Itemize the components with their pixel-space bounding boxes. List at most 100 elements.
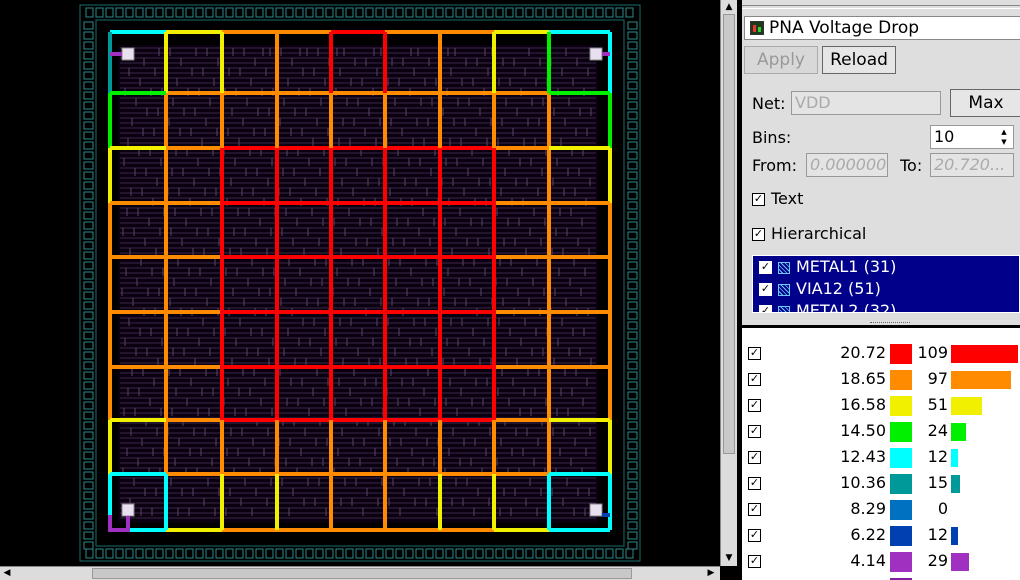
io-pad xyxy=(83,121,94,130)
bins-down-icon[interactable]: ▼ xyxy=(997,137,1011,147)
io-pad xyxy=(83,81,94,90)
io-pad xyxy=(83,321,94,330)
apply-button[interactable]: Apply xyxy=(744,46,818,74)
io-pad xyxy=(335,7,344,18)
net-field[interactable]: VDD xyxy=(791,91,941,115)
from-field[interactable]: 0.000000 xyxy=(806,153,888,177)
legend-row[interactable]: ✓ 6.22 12 xyxy=(742,523,1020,549)
legend-row[interactable]: ✓ 12.43 12 xyxy=(742,445,1020,471)
io-pad xyxy=(505,7,514,18)
io-pad xyxy=(83,91,94,100)
io-pad xyxy=(245,7,254,18)
io-pad xyxy=(145,548,154,559)
layer-label: VIA12 (51) xyxy=(796,279,881,298)
text-checkbox[interactable]: ✓ Text xyxy=(752,189,803,208)
io-pad xyxy=(585,548,594,559)
legend-row[interactable]: ✓ 10.36 15 xyxy=(742,471,1020,497)
legend-check-icon[interactable]: ✓ xyxy=(748,529,761,542)
legend-check-icon[interactable]: ✓ xyxy=(748,477,761,490)
io-pad xyxy=(445,7,454,18)
bins-spinbox[interactable]: 10 ▲ ▼ xyxy=(930,125,1014,149)
io-pad xyxy=(627,171,638,180)
io-pad xyxy=(627,131,638,140)
io-pad xyxy=(165,7,174,18)
max-button[interactable]: Max xyxy=(950,89,1020,117)
legend-row[interactable]: ✓ 8.29 0 xyxy=(742,497,1020,523)
io-pad xyxy=(495,548,504,559)
legend-value: 8.29 xyxy=(850,499,886,518)
horizontal-scroll-thumb[interactable] xyxy=(92,568,632,579)
legend-check-icon[interactable]: ✓ xyxy=(748,451,761,464)
legend-check-icon[interactable]: ✓ xyxy=(748,503,761,516)
scroll-up-arrow-icon[interactable]: ▲ xyxy=(723,1,735,13)
legend-check-icon[interactable]: ✓ xyxy=(748,425,761,438)
layer-list[interactable]: ✓ METAL1 (31) ✓ VIA12 (51) ✓ METAL2 (32) xyxy=(752,255,1020,313)
io-pad xyxy=(627,31,638,40)
legend-check-icon[interactable]: ✓ xyxy=(748,373,761,386)
legend-row[interactable]: ✓ 18.65 97 xyxy=(742,367,1020,393)
io-pad xyxy=(627,501,638,510)
panel-top-divider xyxy=(742,5,1020,9)
io-pad xyxy=(83,131,94,140)
io-pad xyxy=(627,81,638,90)
panel-title-box[interactable]: PNA Voltage Drop xyxy=(744,16,1020,40)
scroll-left-arrow-icon[interactable]: ◀ xyxy=(1,567,13,580)
io-pad xyxy=(425,7,434,18)
layer-row-metal2[interactable]: ✓ METAL2 (32) xyxy=(753,300,1019,312)
power-pad xyxy=(121,47,135,61)
io-pad xyxy=(627,471,638,480)
io-pad xyxy=(215,548,224,559)
layer-row-via12[interactable]: ✓ VIA12 (51) xyxy=(753,278,1019,300)
io-pad xyxy=(545,7,554,18)
vertical-scroll-thumb[interactable] xyxy=(723,14,735,454)
io-pad xyxy=(605,7,614,18)
reload-button[interactable]: Reload xyxy=(822,46,896,74)
io-pad xyxy=(325,7,334,18)
vertical-scrollbar[interactable]: ▲ ▼ xyxy=(720,0,737,566)
io-pad xyxy=(627,401,638,410)
check-icon[interactable]: ✓ xyxy=(759,305,772,312)
legend-color-swatch xyxy=(890,552,912,572)
legend-check-icon[interactable]: ✓ xyxy=(748,555,761,568)
io-pad xyxy=(83,451,94,460)
io-pad xyxy=(535,7,544,18)
horizontal-scrollbar[interactable]: ◀ ▶ xyxy=(0,566,720,580)
hierarchical-checkbox[interactable]: ✓ Hierarchical xyxy=(752,224,866,243)
check-icon[interactable]: ✓ xyxy=(759,261,772,274)
legend-row[interactable]: ✓ 4.14 29 xyxy=(742,549,1020,575)
check-icon[interactable]: ✓ xyxy=(759,283,772,296)
io-pad xyxy=(545,548,554,559)
io-pad xyxy=(165,548,174,559)
layout-canvas[interactable] xyxy=(0,0,720,566)
io-pad xyxy=(365,548,374,559)
io-pad xyxy=(565,7,574,18)
to-field[interactable]: 20.720... xyxy=(930,153,1014,177)
io-pad xyxy=(83,421,94,430)
scroll-right-arrow-icon[interactable]: ▶ xyxy=(705,567,717,580)
io-pad xyxy=(83,111,94,120)
io-pad xyxy=(325,548,334,559)
bins-up-icon[interactable]: ▲ xyxy=(997,127,1011,137)
legend-row[interactable]: ✓2.07 xyxy=(742,575,1020,580)
io-pad xyxy=(83,401,94,410)
bins-stepper[interactable]: ▲ ▼ xyxy=(997,127,1011,147)
legend-count: 29 xyxy=(927,551,948,570)
io-pad xyxy=(627,201,638,210)
io-pad xyxy=(627,61,638,70)
io-pad xyxy=(315,7,324,18)
io-pad xyxy=(627,211,638,220)
splitter-grip[interactable] xyxy=(870,322,910,325)
legend-check-icon[interactable]: ✓ xyxy=(748,399,761,412)
io-pad xyxy=(105,7,114,18)
io-pad xyxy=(83,151,94,160)
io-pad xyxy=(295,548,304,559)
io-pad xyxy=(95,7,104,18)
legend-row[interactable]: ✓ 20.72 109 xyxy=(742,341,1020,367)
io-pad xyxy=(627,231,638,240)
legend-row[interactable]: ✓ 16.58 51 xyxy=(742,393,1020,419)
layer-row-metal1[interactable]: ✓ METAL1 (31) xyxy=(753,256,1019,278)
power-pad xyxy=(589,47,603,61)
legend-check-icon[interactable]: ✓ xyxy=(748,347,761,360)
scroll-down-arrow-icon[interactable]: ▼ xyxy=(723,552,735,564)
legend-row[interactable]: ✓ 14.50 24 xyxy=(742,419,1020,445)
